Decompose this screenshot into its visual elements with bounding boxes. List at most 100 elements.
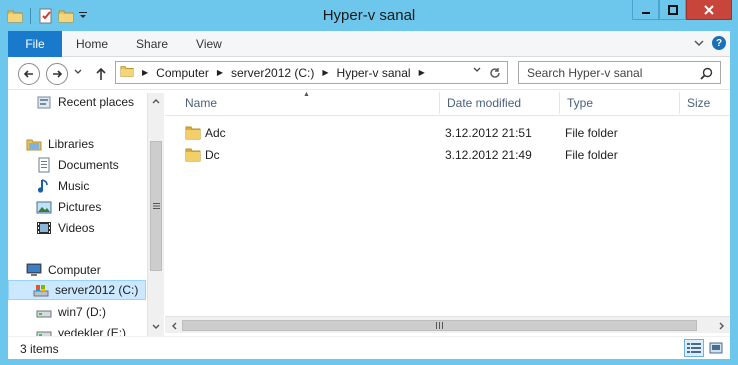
file-date: 3.12.2012 21:51 (445, 126, 532, 140)
horizontal-scrollbar[interactable] (165, 316, 730, 333)
file-row[interactable]: Dc 3.12.2012 21:49 File folder (165, 144, 730, 166)
breadcrumb-separator-icon[interactable]: ▶ (213, 68, 227, 77)
status-bar: 3 items (8, 336, 730, 359)
nav-item-win7-d[interactable]: win7 (D:) (36, 302, 106, 322)
forward-arrow-icon (53, 70, 63, 78)
recent-locations-dropdown-icon[interactable] (74, 68, 82, 77)
pictures-icon (36, 199, 52, 215)
nav-item-label: Libraries (48, 137, 95, 151)
nav-item-label: Pictures (58, 200, 102, 214)
libraries-icon (26, 136, 42, 152)
drive-icon (36, 304, 52, 320)
close-icon (704, 4, 714, 15)
scroll-up-icon[interactable] (148, 93, 164, 109)
address-bar[interactable]: ▶ Computer ▶ server2012 (C:) ▶ Hyper-v s… (115, 61, 508, 84)
window-controls (632, 0, 732, 20)
nav-item-documents[interactable]: Documents (36, 155, 119, 175)
nav-item-libraries[interactable]: Libraries (26, 134, 94, 154)
breadcrumb-separator-icon[interactable]: ▶ (415, 68, 429, 77)
maximize-button[interactable] (659, 0, 686, 20)
recent-places-icon (36, 94, 52, 110)
nav-item-label: yedekler (E:) (58, 326, 127, 336)
scrollbar-thumb[interactable] (150, 141, 162, 271)
column-date-modified[interactable]: Date modified (439, 90, 559, 116)
nav-item-recent-places[interactable]: Recent places (36, 92, 134, 112)
navigation-pane-scrollbar[interactable] (147, 93, 164, 336)
help-icon[interactable]: ? (712, 36, 726, 50)
up-button[interactable] (94, 65, 108, 83)
file-row[interactable]: Adc 3.12.2012 21:51 File folder (165, 122, 730, 144)
breadcrumb-computer[interactable]: Computer (156, 66, 209, 80)
up-arrow-icon (96, 67, 106, 80)
item-count: 3 items (20, 342, 59, 356)
nav-item-label: win7 (D:) (58, 305, 107, 319)
minimize-button[interactable] (632, 0, 659, 20)
computer-icon (26, 262, 42, 278)
nav-item-server2012-c[interactable]: server2012 (C:) (8, 280, 146, 300)
tab-file[interactable]: File (8, 30, 62, 57)
breadcrumb-folder[interactable]: Hyper-v sanal (337, 66, 411, 80)
search-icon[interactable] (698, 65, 714, 81)
navigation-pane[interactable]: Recent places Libraries Documents Music (8, 90, 146, 336)
ribbon-tabs: File Home Share View ? (8, 30, 730, 57)
back-button[interactable] (18, 63, 40, 85)
file-type: File folder (565, 148, 618, 162)
nav-item-computer[interactable]: Computer (26, 260, 101, 280)
nav-item-label: Videos (58, 221, 95, 235)
scroll-down-icon[interactable] (148, 319, 164, 335)
scroll-left-icon[interactable] (165, 317, 182, 334)
large-icons-view-button[interactable] (706, 339, 726, 357)
nav-item-label: server2012 (C:) (55, 283, 139, 297)
window-title: Hyper-v sanal (322, 7, 416, 24)
details-view-button[interactable] (684, 339, 704, 357)
refresh-button[interactable] (487, 65, 503, 81)
scrollbar-thumb[interactable] (182, 320, 697, 331)
search-placeholder: Search Hyper-v sanal (527, 65, 643, 80)
nav-item-label: Documents (58, 158, 119, 172)
minimize-icon (641, 11, 650, 14)
column-size[interactable]: Size (679, 90, 730, 116)
music-icon (36, 178, 52, 194)
nav-item-pictures[interactable]: Pictures (36, 197, 101, 217)
nav-item-videos[interactable]: Videos (36, 218, 94, 238)
address-history-dropdown-icon[interactable] (473, 66, 481, 75)
tab-view[interactable]: View (182, 31, 236, 57)
nav-item-label: Music (58, 179, 90, 193)
close-button[interactable] (686, 0, 732, 20)
large-icons-view-icon (709, 342, 723, 354)
file-date: 3.12.2012 21:49 (445, 148, 532, 162)
nav-item-label: Recent places (58, 95, 135, 109)
details-view-icon (687, 343, 701, 353)
nav-item-music[interactable]: Music (36, 176, 89, 196)
column-headers: ▲ Name Date modified Type Size (165, 90, 730, 116)
file-name: Dc (205, 148, 220, 162)
tab-share[interactable]: Share (122, 31, 182, 57)
expand-ribbon-icon[interactable] (694, 36, 704, 50)
maximize-icon (667, 4, 678, 15)
nav-item-label: Computer (48, 263, 101, 277)
folder-icon (185, 122, 201, 144)
refresh-icon (490, 68, 500, 78)
forward-button[interactable] (46, 63, 68, 85)
file-list[interactable]: ▲ Name Date modified Type Size Adc 3.12.… (165, 90, 730, 336)
column-name[interactable]: Name (177, 90, 437, 116)
breadcrumb-separator-icon[interactable]: ▶ (138, 68, 152, 77)
file-name: Adc (205, 126, 226, 140)
breadcrumb-drive[interactable]: server2012 (C:) (231, 66, 314, 80)
videos-icon (36, 220, 52, 236)
back-arrow-icon (23, 70, 33, 78)
folder-icon (120, 64, 134, 81)
breadcrumb-separator-icon[interactable]: ▶ (318, 68, 332, 77)
search-input[interactable]: Search Hyper-v sanal (518, 61, 721, 84)
documents-icon (36, 157, 52, 173)
explorer-content: Recent places Libraries Documents Music (8, 90, 730, 336)
nav-item-yedekler-e[interactable]: yedekler (E:) (36, 323, 126, 336)
file-type: File folder (565, 126, 618, 140)
scroll-right-icon[interactable] (713, 317, 730, 334)
column-type[interactable]: Type (559, 90, 679, 116)
title-bar: Hyper-v sanal (0, 0, 738, 31)
folder-icon (185, 144, 201, 166)
drive-icon (36, 325, 52, 336)
window-frame: Hyper-v sanal File Home Share View ? ▶ C… (0, 0, 738, 365)
tab-home[interactable]: Home (62, 31, 122, 57)
